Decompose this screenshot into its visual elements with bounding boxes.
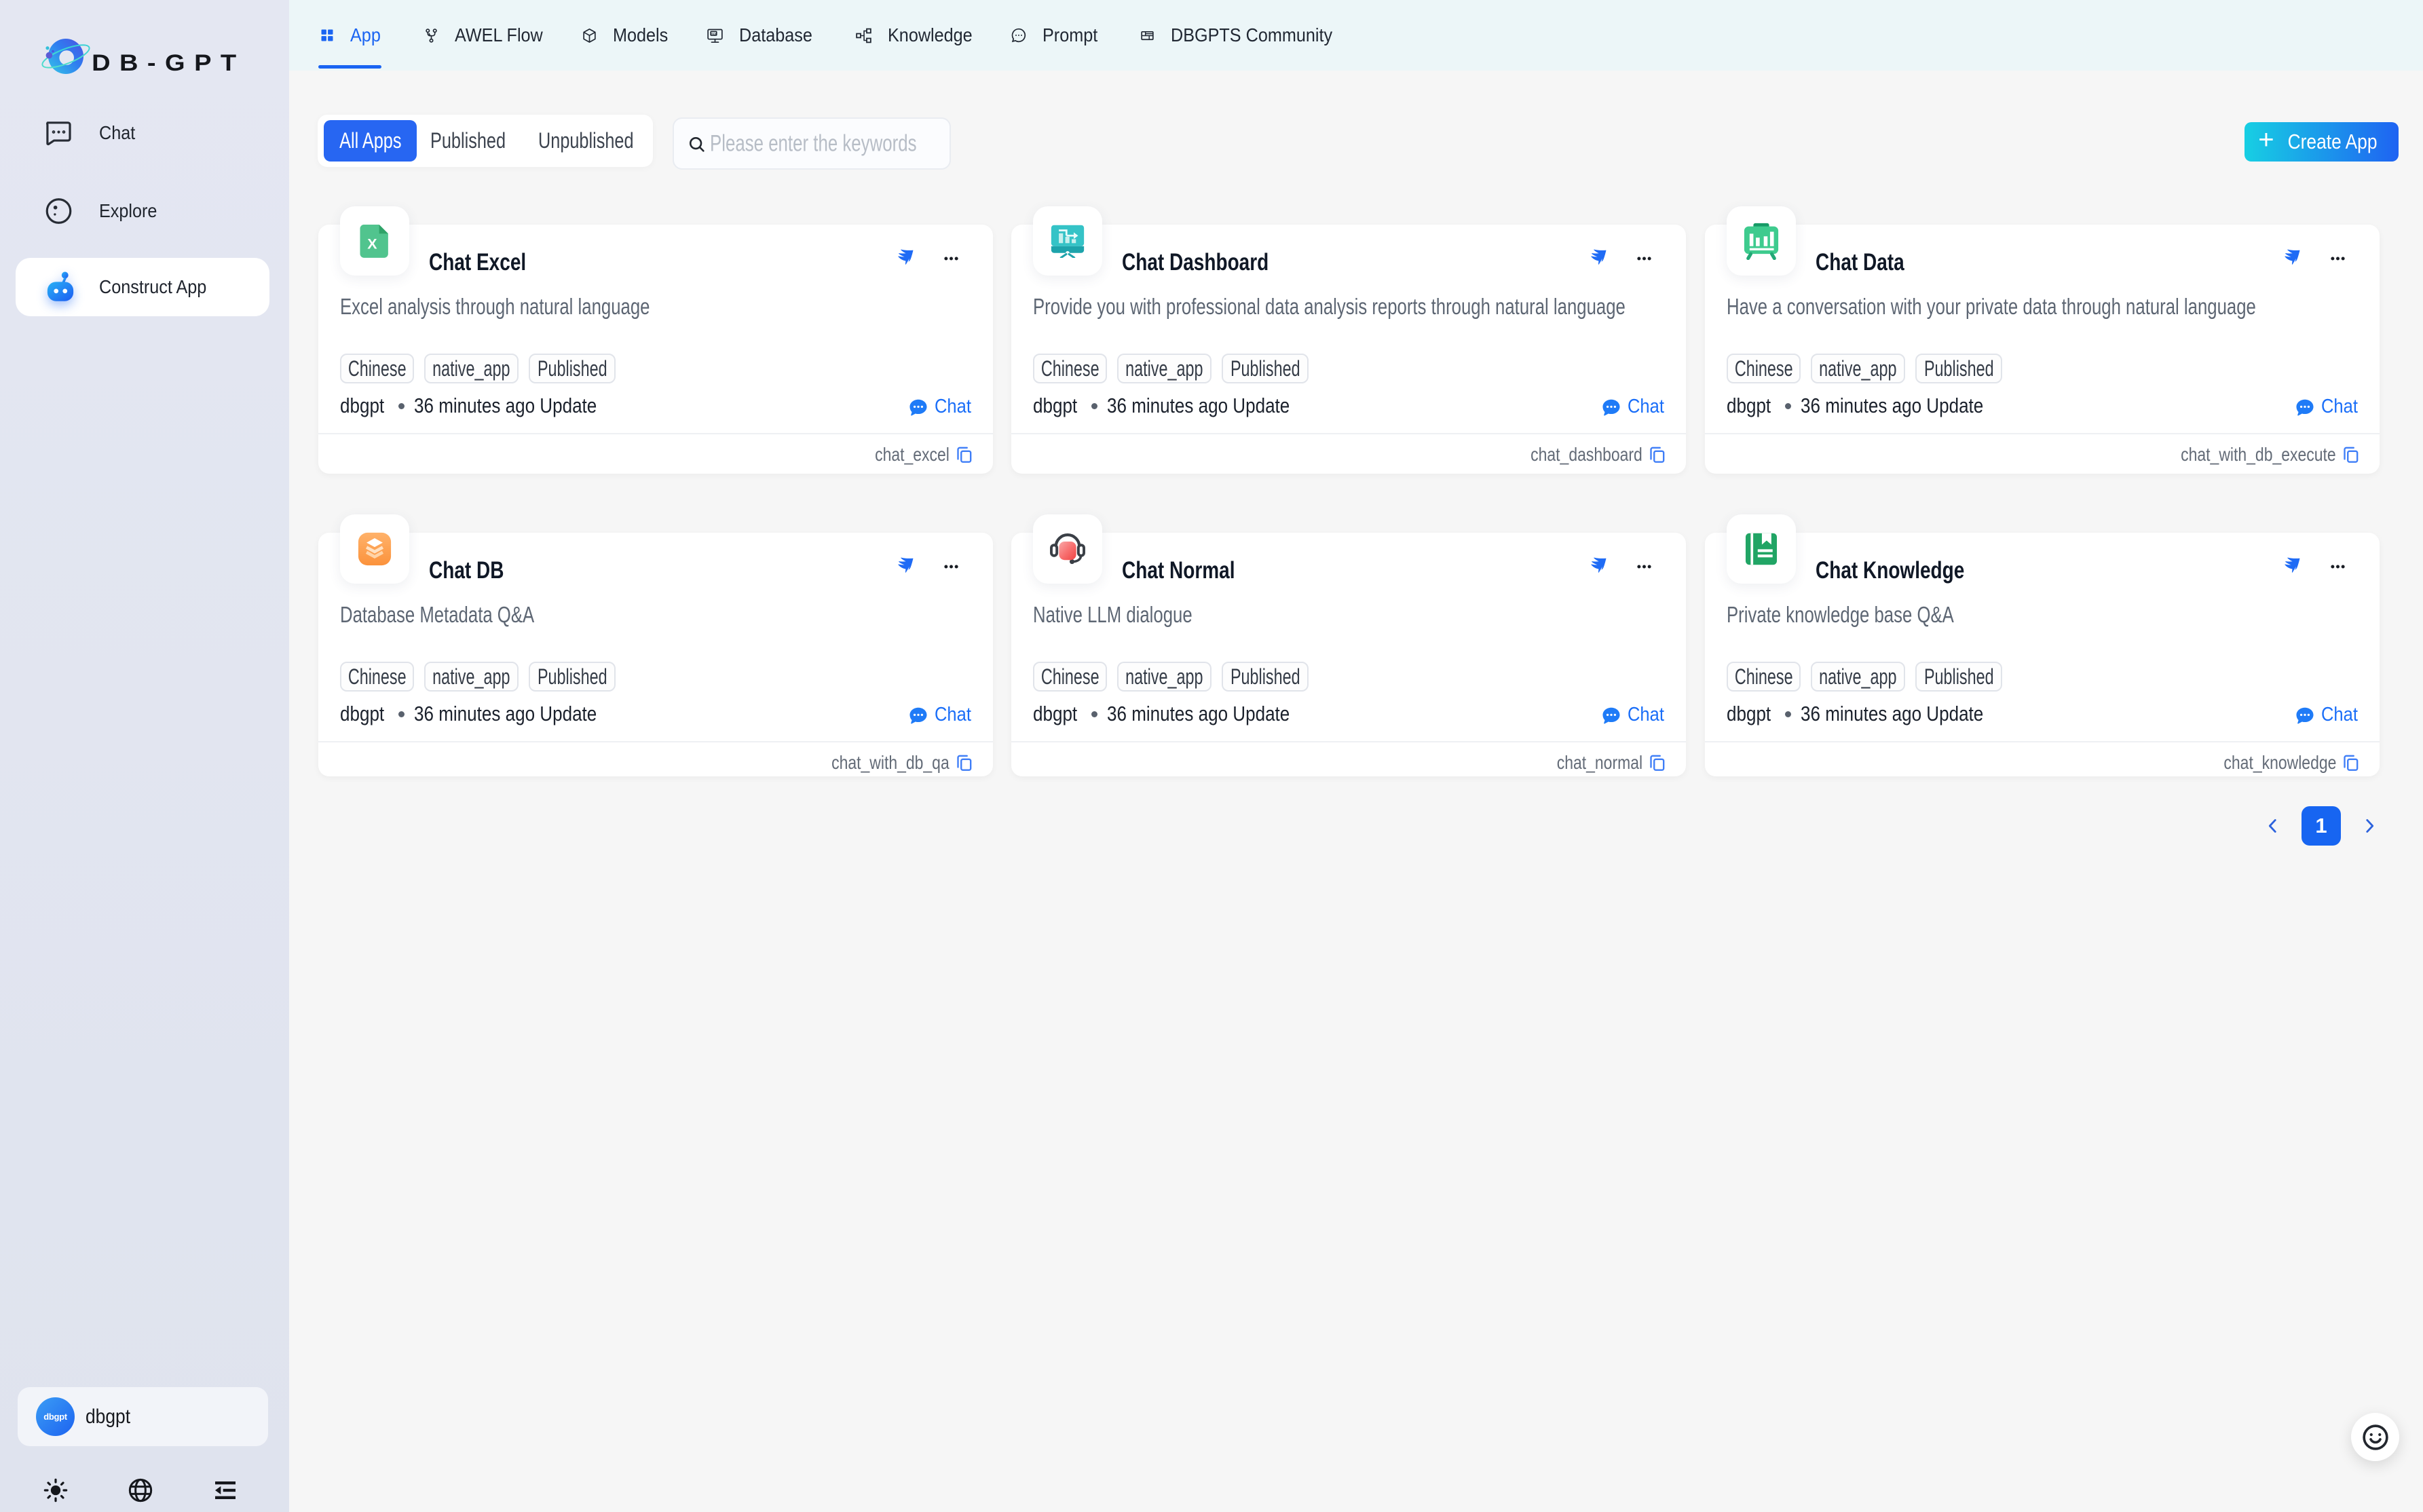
svg-text:X: X bbox=[367, 236, 377, 252]
svg-text:SQL: SQL bbox=[711, 31, 717, 35]
svg-text:DB-GPT: DB-GPT bbox=[92, 50, 246, 76]
